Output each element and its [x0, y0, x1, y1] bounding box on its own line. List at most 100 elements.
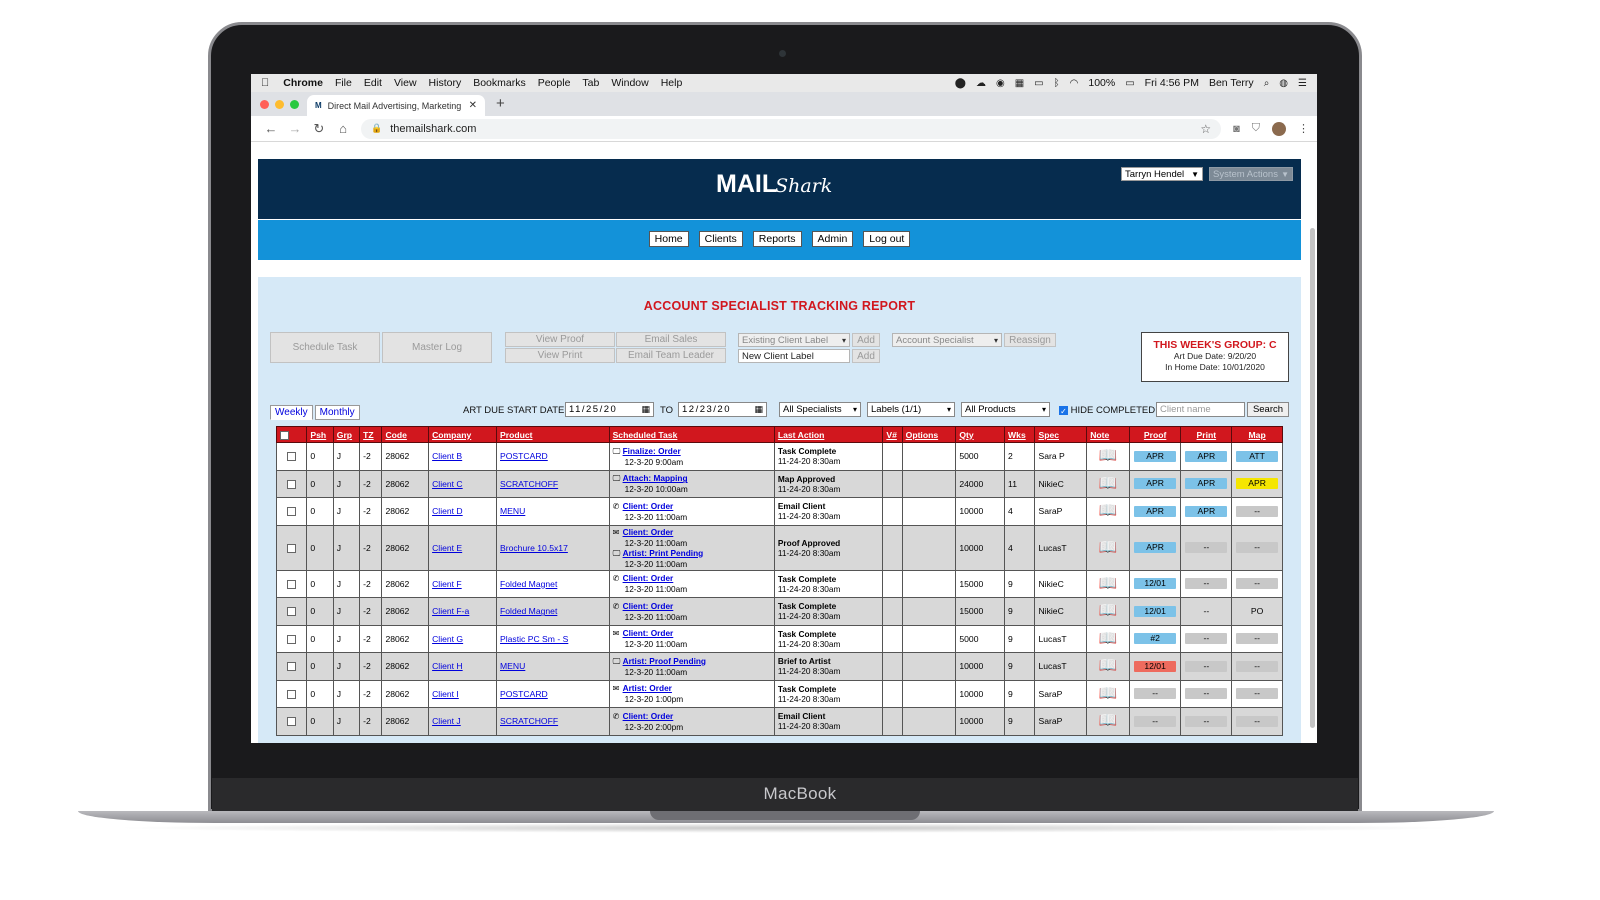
row-checkbox[interactable] [287, 717, 297, 727]
client-name-input[interactable]: Client name [1156, 402, 1245, 417]
table-row[interactable]: 0 J -2 28062 Client F Folded Magnet ✆ Client: O… [275, 569, 1283, 598]
battery-icon[interactable]: ▭ [1125, 78, 1134, 89]
system-actions-select[interactable]: System Actions ▼ [1209, 167, 1293, 181]
lock-icon[interactable]: 🔒 [371, 123, 382, 134]
labels-filter-select[interactable]: Labels (1/1) ▾ [867, 402, 955, 417]
products-filter-select[interactable]: All Products ▾ [961, 402, 1050, 417]
print-status-badge[interactable]: -- [1185, 660, 1228, 672]
menubar-clock[interactable]: Fri 4:56 PM [1145, 77, 1199, 89]
col-qty[interactable]: Qty [955, 426, 1006, 443]
product-link[interactable]: Brochure 10.5x17 [500, 543, 568, 553]
map-status-badge[interactable]: -- [1236, 715, 1278, 727]
search-button[interactable]: Search [1247, 402, 1289, 417]
notebook-icon[interactable]: 📖 [1099, 539, 1118, 556]
nav-logout-button[interactable]: Log out [863, 231, 911, 247]
col-scheduled-task[interactable]: Scheduled Task [608, 426, 775, 443]
col-psh[interactable]: Psh [306, 426, 334, 443]
menu-people[interactable]: People [538, 77, 571, 89]
zoom-window-button[interactable] [290, 100, 299, 109]
calendar-icon[interactable]: ▦ [641, 404, 650, 415]
table-row[interactable]: 0 J -2 28062 Client F-a Folded Magnet ✆ Client:… [275, 597, 1283, 626]
menu-file[interactable]: File [335, 77, 352, 89]
task-link[interactable]: Client: Order [623, 628, 674, 638]
specialists-filter-select[interactable]: All Specialists ▾ [779, 402, 861, 417]
print-status-badge[interactable]: -- [1185, 633, 1228, 645]
email-sales-button[interactable]: Email Sales [616, 332, 726, 347]
proof-status-badge[interactable]: 12/01 [1133, 605, 1177, 617]
browser-tab[interactable]: M Direct Mail Advertising, Marketing ✕ [307, 95, 485, 116]
task-link[interactable]: Client: Order [623, 601, 674, 611]
apple-icon[interactable]:  [261, 77, 269, 89]
map-status-badge[interactable]: -- [1236, 578, 1278, 590]
col-version[interactable]: V# [882, 426, 903, 443]
table-row[interactable]: 0 J -2 28062 Client H MENU 🖵 Artist: Proof Pend… [275, 652, 1283, 681]
notebook-icon[interactable]: 📖 [1099, 630, 1118, 647]
task-link[interactable]: Client: Order [623, 527, 674, 537]
task-link[interactable]: Finalize: Order [623, 446, 681, 456]
col-tz[interactable]: TZ [359, 426, 383, 443]
proof-status-badge[interactable]: APR [1133, 505, 1177, 517]
siri-icon[interactable]: ◍ [1279, 78, 1288, 89]
col-options[interactable]: Options [901, 426, 957, 443]
nav-admin-button[interactable]: Admin [811, 231, 854, 247]
user-select[interactable]: Tarryn Hendel ▼ [1121, 167, 1203, 181]
tab-weekly[interactable]: Weekly [270, 405, 313, 420]
company-link[interactable]: Client I [432, 689, 459, 699]
map-status-badge[interactable]: -- [1236, 542, 1278, 553]
close-window-button[interactable] [260, 100, 269, 109]
notebook-icon[interactable]: 📖 [1099, 602, 1118, 619]
col-wks[interactable]: Wks [1004, 426, 1036, 443]
start-date-input[interactable]: 11/25/20 ▦ [565, 402, 654, 417]
col-proof[interactable]: Proof [1128, 426, 1182, 443]
table-row[interactable]: 0 J -2 28062 Client B POSTCARD 🖵 Finalize: Orde… [275, 442, 1283, 471]
bluetooth-icon[interactable]: ᛒ [1054, 78, 1060, 89]
bookmark-star-icon[interactable]: ☆ [1200, 122, 1211, 136]
view-print-button[interactable]: View Print [505, 348, 615, 363]
print-status-badge[interactable]: -- [1185, 688, 1228, 700]
hide-completed-checkbox[interactable]: ✓ [1059, 405, 1068, 416]
end-date-input[interactable]: 12/23/20 ▦ [678, 402, 767, 417]
table-row[interactable]: 0 J -2 28062 Client C SCRATCHOFF 🖵 Attach: Mapp… [275, 469, 1283, 498]
col-note[interactable]: Note [1086, 426, 1130, 443]
menu-bookmarks[interactable]: Bookmarks [473, 77, 526, 89]
menu-edit[interactable]: Edit [364, 77, 382, 89]
product-link[interactable]: POSTCARD [500, 451, 548, 461]
spotlight-search-icon[interactable]: ⌕ [1264, 78, 1270, 89]
company-link[interactable]: Client H [432, 661, 463, 671]
print-status-badge[interactable]: -- [1185, 542, 1228, 553]
select-all-header[interactable] [275, 426, 308, 443]
proof-status-badge[interactable]: APR [1133, 542, 1177, 553]
company-link[interactable]: Client D [432, 506, 463, 516]
schedule-task-button[interactable]: Schedule Task [270, 332, 380, 363]
battery-level[interactable]: 100% [1088, 77, 1115, 89]
print-status-badge[interactable]: -- [1185, 606, 1227, 617]
menu-help[interactable]: Help [661, 77, 683, 89]
task-link[interactable]: Client: Order [623, 573, 674, 583]
row-checkbox[interactable] [287, 452, 297, 462]
add-new-label-button[interactable]: Add [852, 349, 880, 363]
company-link[interactable]: Client B [432, 451, 462, 461]
page-scrollbar[interactable] [1310, 228, 1315, 728]
row-checkbox[interactable] [287, 543, 297, 553]
map-status-badge[interactable]: -- [1236, 660, 1278, 672]
product-link[interactable]: Folded Magnet [500, 579, 557, 589]
row-checkbox[interactable] [287, 634, 297, 644]
hide-completed-toggle[interactable]: ✓ HIDE COMPLETED [1059, 405, 1155, 416]
product-link[interactable]: MENU [500, 661, 525, 671]
task-link[interactable]: Client: Order [623, 711, 674, 721]
table-row[interactable]: 0 J -2 28062 Client D MENU ✆ Client: Order 12-3-… [275, 497, 1283, 526]
row-checkbox[interactable] [287, 579, 297, 589]
proof-status-badge[interactable]: APR [1133, 450, 1177, 462]
display-icon[interactable]: ▭ [1034, 78, 1043, 89]
print-status-badge[interactable]: -- [1185, 715, 1228, 727]
col-last-action[interactable]: Last Action [773, 426, 884, 443]
wifi-icon[interactable]: ◠ [1070, 78, 1079, 89]
proof-status-badge[interactable]: 12/01 [1133, 660, 1177, 672]
col-code[interactable]: Code [381, 426, 430, 443]
product-link[interactable]: MENU [500, 506, 525, 516]
proof-status-badge[interactable]: -- [1133, 688, 1177, 700]
product-link[interactable]: Folded Magnet [500, 606, 557, 616]
col-company[interactable]: Company [428, 426, 498, 443]
col-spec[interactable]: Spec [1034, 426, 1088, 443]
task-link[interactable]: Artist: Order [623, 683, 672, 693]
